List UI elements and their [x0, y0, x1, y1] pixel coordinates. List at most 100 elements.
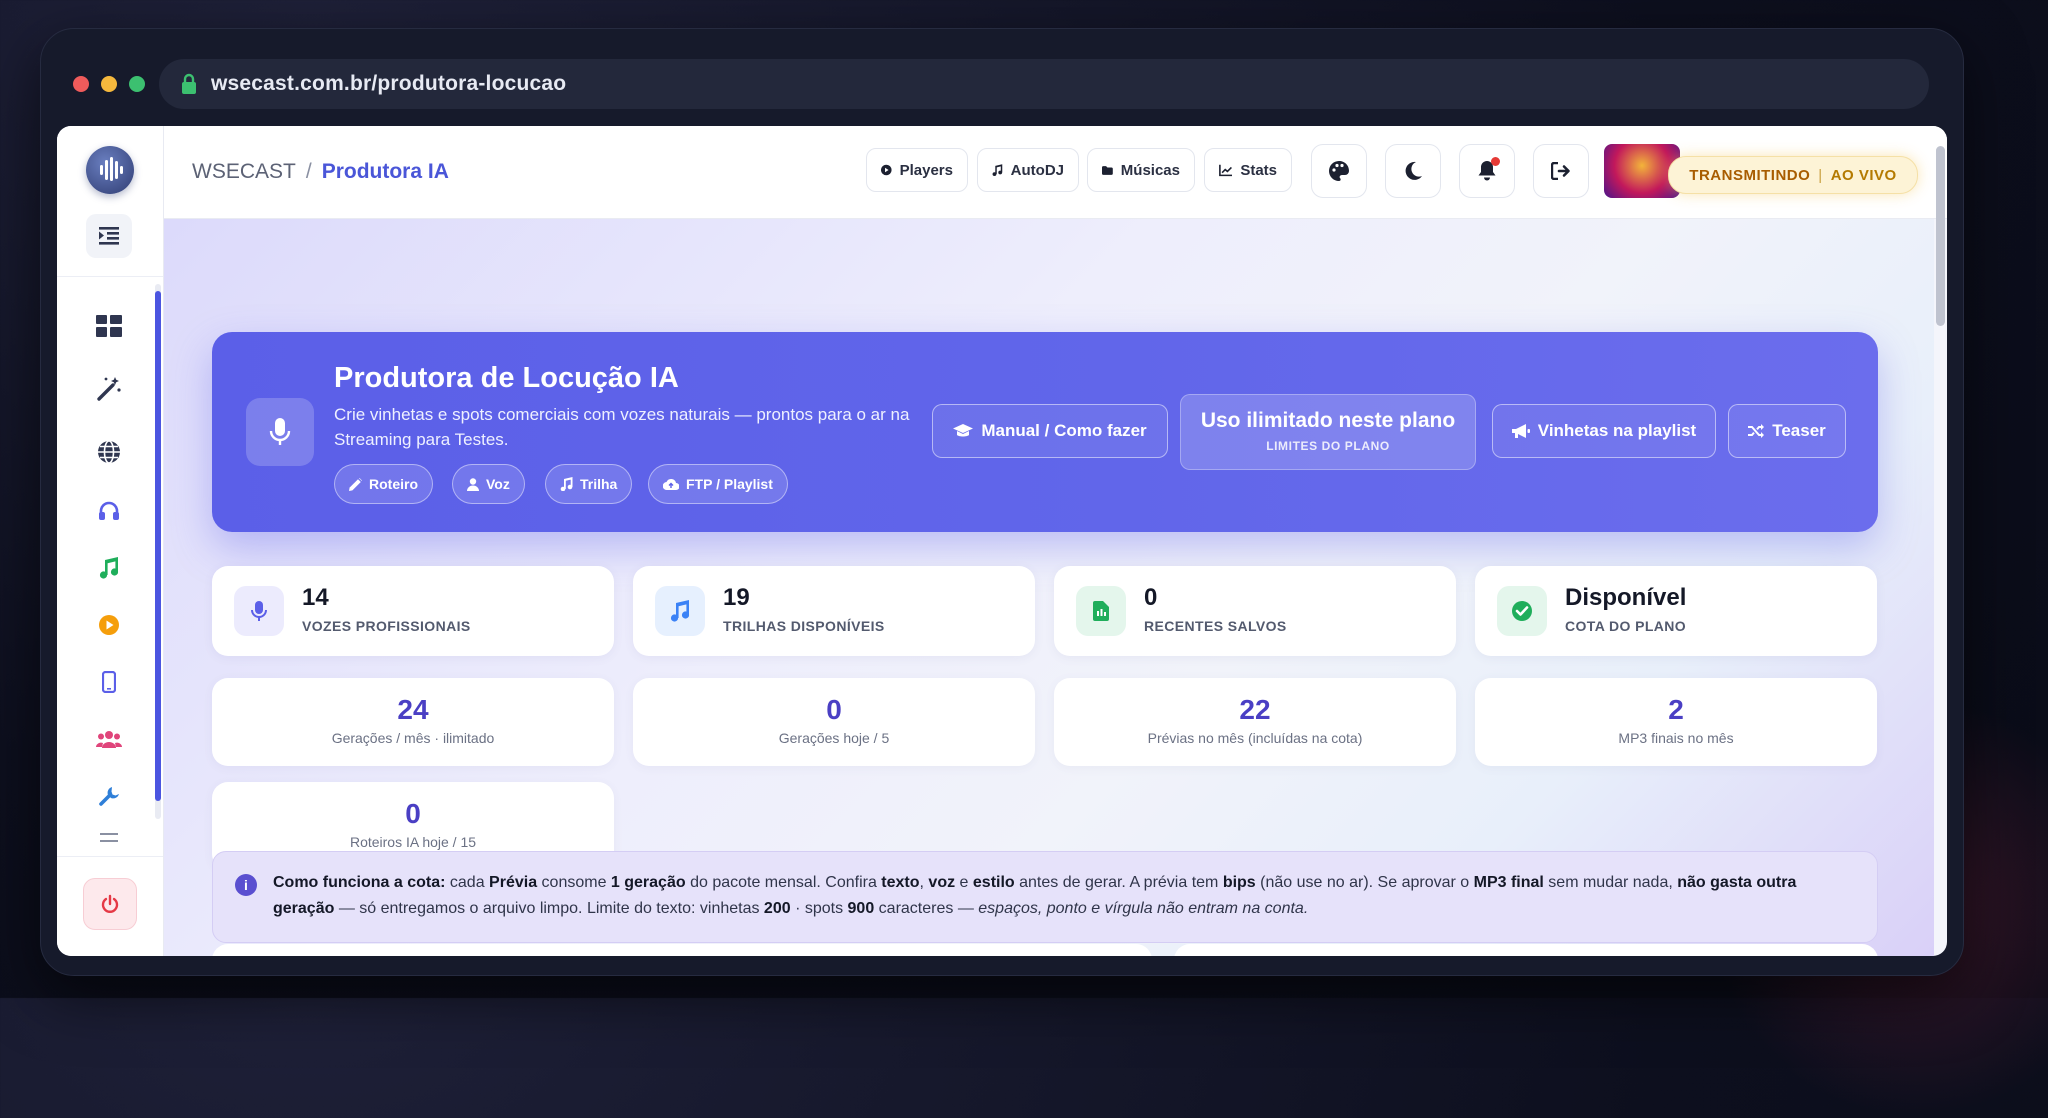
wsecast-logo[interactable]: [86, 146, 134, 194]
wrench-icon: [99, 787, 119, 806]
music-note-icon: [992, 164, 1003, 176]
collapse-sidebar-button[interactable]: [86, 214, 132, 258]
hero-title: Produtora de Locução IA: [334, 362, 679, 394]
breadcrumb-root[interactable]: WSECAST: [192, 160, 296, 183]
sidebar-item-app[interactable]: [89, 662, 129, 702]
stat-card-recentes: 0 RECENTES SALVOS: [1054, 566, 1456, 656]
stat-value: 14: [302, 584, 329, 611]
chart-line-icon: [1219, 164, 1233, 176]
chip-roteiro[interactable]: Roteiro: [334, 464, 433, 504]
sidebar-item-player[interactable]: [89, 491, 129, 531]
info-text-part: · spots: [790, 900, 848, 917]
address-bar[interactable]: wsecast.com.br/produtora-locucao: [159, 59, 1929, 109]
players-label: Players: [899, 161, 953, 179]
headphones-icon: [99, 501, 119, 520]
music-note-icon: [670, 600, 690, 622]
cloud-upload-icon: [663, 478, 679, 490]
info-bold-part: estilo: [972, 874, 1015, 891]
sidebar-item-web[interactable]: [89, 432, 129, 472]
metric-label: MP3 finais no mês: [1618, 730, 1734, 746]
sidebar-item-tools[interactable]: [89, 776, 129, 816]
magic-wand-icon: [97, 377, 121, 401]
quota-info-text: Como funciona a cota: cada Prévia consom…: [273, 870, 1853, 922]
breadcrumb-separator: /: [305, 160, 312, 183]
top-header: WSECAST / Produtora IA Players AutoDJ Músi…: [164, 126, 1947, 219]
sidebar-item-video[interactable]: [89, 605, 129, 645]
music-note-icon: [560, 477, 573, 491]
metric-geracoes-mes: 24 Gerações / mês · ilimitado: [212, 678, 614, 766]
sign-out-icon: [1551, 162, 1570, 180]
quota-title: Uso ilimitado neste plano: [1200, 409, 1456, 432]
sidebar-item-music[interactable]: [89, 548, 129, 588]
stat-card-trilhas: 19 TRILHAS DISPONÍVEIS: [633, 566, 1035, 656]
stats-label: Stats: [1240, 161, 1277, 179]
info-lead: Como funciona a cota:: [273, 874, 446, 891]
players-button[interactable]: Players: [866, 148, 968, 192]
page-viewport: WSECAST / Produtora IA Players AutoDJ Músi…: [57, 126, 1947, 956]
mic-badge: [246, 398, 314, 466]
logout-power-button[interactable]: [83, 878, 137, 930]
teaser-button[interactable]: Teaser: [1728, 404, 1846, 458]
minimize-dot[interactable]: [101, 76, 117, 92]
stats-button[interactable]: Stats: [1204, 148, 1292, 192]
theme-palette-button[interactable]: [1311, 144, 1367, 198]
manual-button[interactable]: Manual / Como fazer: [932, 404, 1168, 458]
page-scrollbar-thumb[interactable]: [1936, 146, 1945, 326]
main-content: Produtora de Locução IA Crie vinhetas e …: [164, 219, 1934, 956]
hero-banner: Produtora de Locução IA Crie vinhetas e …: [212, 332, 1878, 532]
microphone-icon: [251, 601, 267, 621]
metric-label: Prévias no mês (incluídas na cota): [1147, 730, 1363, 746]
stat-label: VOZES PROFISSIONAIS: [302, 618, 471, 634]
sidebar-scrollbar-thumb[interactable]: [155, 291, 161, 801]
close-dot[interactable]: [73, 76, 89, 92]
sidebar-item-settings[interactable]: [89, 826, 129, 852]
info-text-part: — só entregamos o arquivo limpo. Limite …: [334, 900, 764, 917]
info-text-part: cada: [445, 874, 490, 891]
user-icon: [467, 477, 479, 491]
metric-mp3-finais: 2 MP3 finais no mês: [1475, 678, 1877, 766]
info-text-part: antes de gerar. A prévia tem: [1014, 874, 1223, 891]
live-status-badge: TRANSMITINDO | AO VIVO: [1668, 156, 1918, 194]
plan-limits-box[interactable]: Uso ilimitado neste plano LIMITES DO PLA…: [1180, 394, 1476, 470]
dark-mode-button[interactable]: [1385, 144, 1441, 198]
status-separator: |: [1818, 166, 1823, 184]
chip-voz-label: Voz: [486, 476, 510, 492]
manual-label: Manual / Como fazer: [981, 421, 1147, 440]
chip-trilha[interactable]: Trilha: [545, 464, 633, 504]
playlist-vinhetas-label: Vinhetas na playlist: [1537, 421, 1697, 440]
stat-label: RECENTES SALVOS: [1144, 618, 1287, 634]
stat-value: 0: [1144, 584, 1158, 611]
musicas-button[interactable]: Músicas: [1087, 148, 1195, 192]
musicas-label: Músicas: [1120, 161, 1180, 179]
sidebar-item-users[interactable]: [89, 719, 129, 759]
metric-value: 0: [405, 798, 421, 829]
url-text: wsecast.com.br/produtora-locucao: [211, 72, 567, 95]
maximize-dot[interactable]: [129, 76, 145, 92]
globe-icon: [98, 440, 120, 464]
autodj-button[interactable]: AutoDJ: [977, 148, 1079, 192]
chip-ftp-playlist[interactable]: FTP / Playlist: [648, 464, 788, 504]
status-main: TRANSMITINDO: [1689, 166, 1811, 184]
waveform-icon: [100, 157, 123, 181]
info-text-part: sem mudar nada,: [1543, 874, 1678, 891]
form-card-right: [1174, 944, 1878, 956]
teaser-label: Teaser: [1772, 421, 1826, 440]
stat-card-vozes: 14 VOZES PROFISSIONAIS: [212, 566, 614, 656]
stat-label: COTA DO PLANO: [1565, 618, 1687, 634]
notifications-button[interactable]: [1459, 144, 1515, 198]
sidebar: [57, 126, 164, 956]
indent-icon: [99, 227, 119, 245]
metric-label: Gerações / mês · ilimitado: [331, 730, 495, 746]
info-bold-part: texto: [881, 874, 920, 891]
sidebar-item-magic[interactable]: [89, 369, 129, 409]
check-circle-icon: [1512, 601, 1532, 621]
stat-icon-box: [1497, 586, 1547, 636]
chip-voz[interactable]: Voz: [452, 464, 525, 504]
exit-button[interactable]: [1533, 144, 1589, 198]
sidebar-item-dashboard[interactable]: [89, 306, 129, 346]
metric-geracoes-hoje: 0 Gerações hoje / 5: [633, 678, 1035, 766]
metric-label: Gerações hoje / 5: [778, 730, 890, 746]
playlist-vinhetas-button[interactable]: Vinhetas na playlist: [1492, 404, 1716, 458]
lock-icon: [182, 73, 196, 94]
chip-trilha-label: Trilha: [580, 476, 618, 492]
